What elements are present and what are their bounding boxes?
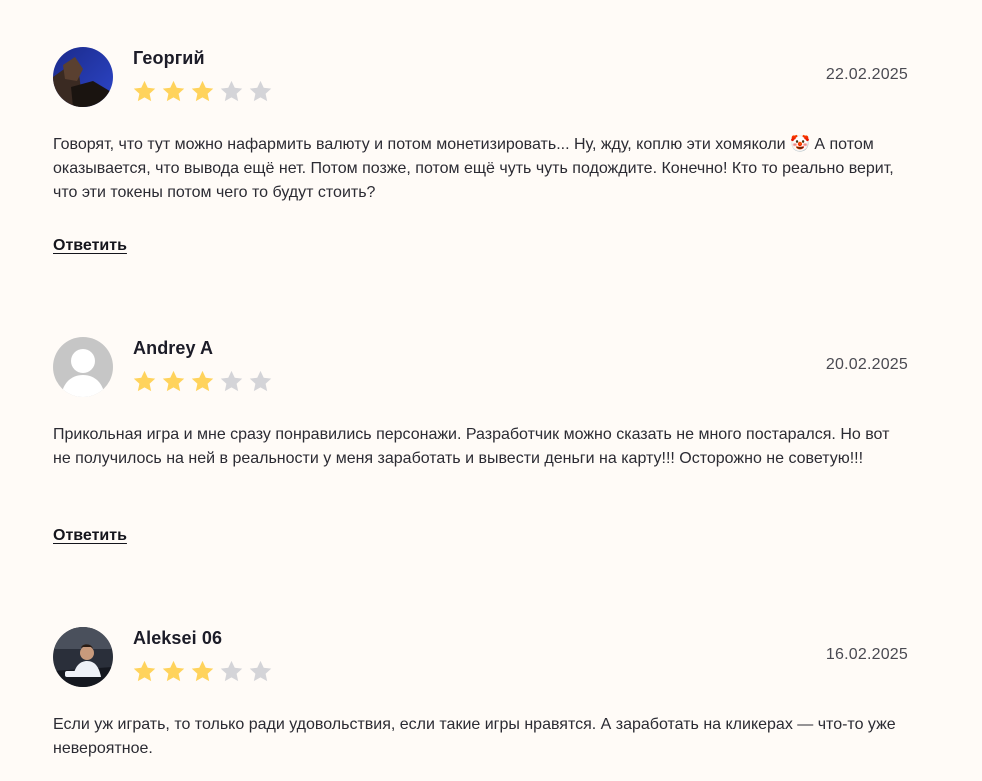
- star-icon: [132, 369, 157, 394]
- star-icon: [248, 79, 273, 104]
- author-name: Георгий: [133, 48, 205, 68]
- avatar-default-user-silhouette: [53, 337, 113, 397]
- author-name: Andrey A: [133, 338, 214, 358]
- avatar-photo-man-in-shirt: [53, 627, 113, 687]
- star-icon: [190, 659, 215, 684]
- reply-link[interactable]: Ответить: [53, 527, 127, 545]
- rating-stars: [132, 79, 273, 104]
- review-text: Говорят, что тут можно нафармить валюту …: [53, 136, 894, 201]
- review-text: Прикольная игра и мне сразу понравились …: [53, 426, 890, 467]
- star-icon: [219, 369, 244, 394]
- avatar-photo-night-sky: [53, 47, 113, 107]
- star-icon: [190, 369, 215, 394]
- review-date: 16.02.2025: [825, 646, 908, 663]
- star-icon: [161, 369, 186, 394]
- star-icon: [190, 79, 215, 104]
- rating-stars: [132, 659, 273, 684]
- star-icon: [132, 79, 157, 104]
- star-icon: [132, 659, 157, 684]
- avatar: [53, 627, 113, 687]
- review-date: 20.02.2025: [825, 356, 908, 373]
- avatar: [53, 47, 113, 107]
- star-icon: [161, 659, 186, 684]
- star-icon: [248, 369, 273, 394]
- review-text: Если уж играть, то только ради удовольст…: [53, 716, 896, 757]
- reply-link[interactable]: Ответить: [53, 237, 127, 255]
- star-icon: [219, 659, 244, 684]
- star-icon: [248, 659, 273, 684]
- avatar: [53, 337, 113, 397]
- star-icon: [161, 79, 186, 104]
- rating-stars: [132, 369, 273, 394]
- star-icon: [219, 79, 244, 104]
- author-name: Aleksei 06: [133, 628, 223, 648]
- reviews-list: Георгий 22.02.2025 Говорят, что тут можн…: [0, 0, 982, 781]
- review-date: 22.02.2025: [825, 66, 908, 83]
